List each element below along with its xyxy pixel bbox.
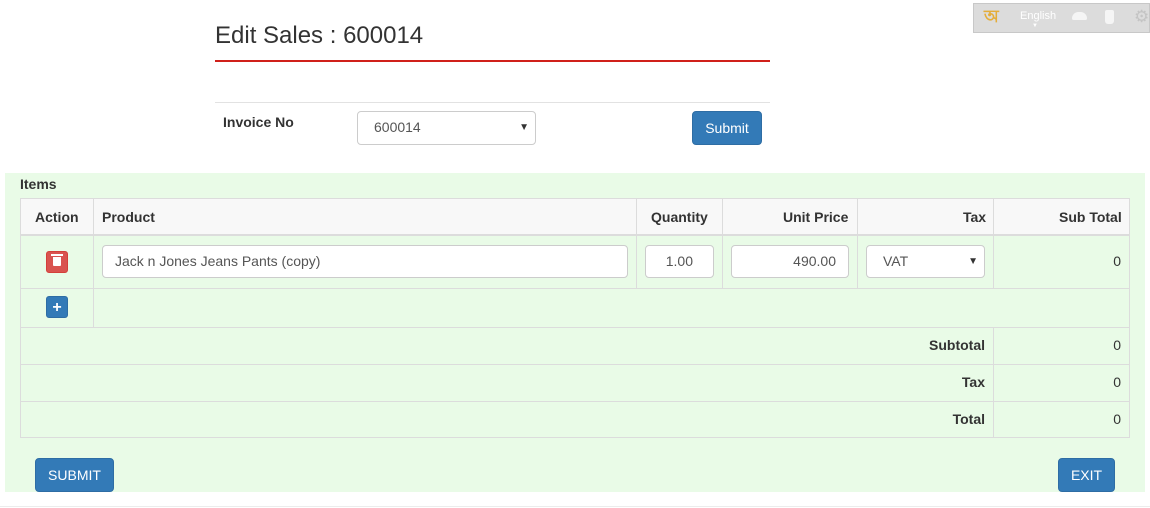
grid-line xyxy=(21,288,1129,289)
table-header: Action Product Quantity Unit Price Tax S… xyxy=(21,199,1129,236)
plus-icon: + xyxy=(52,299,62,316)
quantity-input[interactable]: 1.00 xyxy=(645,245,714,278)
form-divider xyxy=(215,102,770,103)
total-value: 0 xyxy=(1113,411,1121,427)
chevron-down-icon: ▼ xyxy=(968,256,978,267)
trash-icon xyxy=(51,254,63,266)
tax-select-value: VAT xyxy=(883,253,909,269)
bottom-divider xyxy=(0,506,1150,507)
invoice-submit-button[interactable]: Submit xyxy=(692,111,762,145)
invoice-no-select[interactable]: 600014 ▼ xyxy=(357,111,536,145)
unit-price-input[interactable]: 490.00 xyxy=(731,245,849,278)
invoice-no-label: Invoice No xyxy=(223,114,294,130)
chevron-down-icon: ▼ xyxy=(519,122,529,133)
language-selector[interactable]: English xyxy=(1020,10,1056,22)
col-sub-total: Sub Total xyxy=(1059,209,1122,225)
items-section-label: Items xyxy=(20,176,57,192)
delete-row-button[interactable] xyxy=(46,251,68,273)
page-title: Edit Sales : 600014 xyxy=(215,22,424,49)
col-product: Product xyxy=(102,209,155,225)
grid-line xyxy=(93,199,94,327)
col-tax: Tax xyxy=(963,209,987,225)
language-caret-icon[interactable]: ▼ xyxy=(1032,23,1038,29)
items-table: Action Product Quantity Unit Price Tax S… xyxy=(20,198,1130,438)
cloud-icon[interactable] xyxy=(1072,12,1087,20)
tax-select[interactable]: VAT ▼ xyxy=(866,245,985,278)
grid-line xyxy=(722,199,723,288)
subtotal-value: 0 xyxy=(1113,337,1121,353)
total-label: Total xyxy=(952,411,985,427)
bottle-icon[interactable] xyxy=(1105,10,1114,24)
grid-line xyxy=(636,199,637,288)
subtotal-label: Subtotal xyxy=(929,337,985,353)
top-toolbar: অ English ▼ ⚙ xyxy=(973,3,1150,33)
submit-button[interactable]: SUBMIT xyxy=(35,458,114,492)
gear-icon[interactable]: ⚙ xyxy=(1134,8,1149,25)
col-unit-price: Unit Price xyxy=(783,209,849,225)
title-divider xyxy=(215,60,770,62)
row-sub-total: 0 xyxy=(1113,253,1121,269)
tax-value: 0 xyxy=(1113,374,1121,390)
grid-line xyxy=(857,199,858,288)
bangla-logo-icon[interactable]: অ xyxy=(984,8,999,25)
col-quantity: Quantity xyxy=(651,209,708,225)
product-input[interactable]: Jack n Jones Jeans Pants (copy) xyxy=(102,245,628,278)
col-action: Action xyxy=(35,209,79,225)
invoice-no-value: 600014 xyxy=(374,119,421,135)
exit-button[interactable]: EXIT xyxy=(1058,458,1115,492)
tax-label: Tax xyxy=(961,374,985,390)
add-row-button[interactable]: + xyxy=(46,296,68,318)
